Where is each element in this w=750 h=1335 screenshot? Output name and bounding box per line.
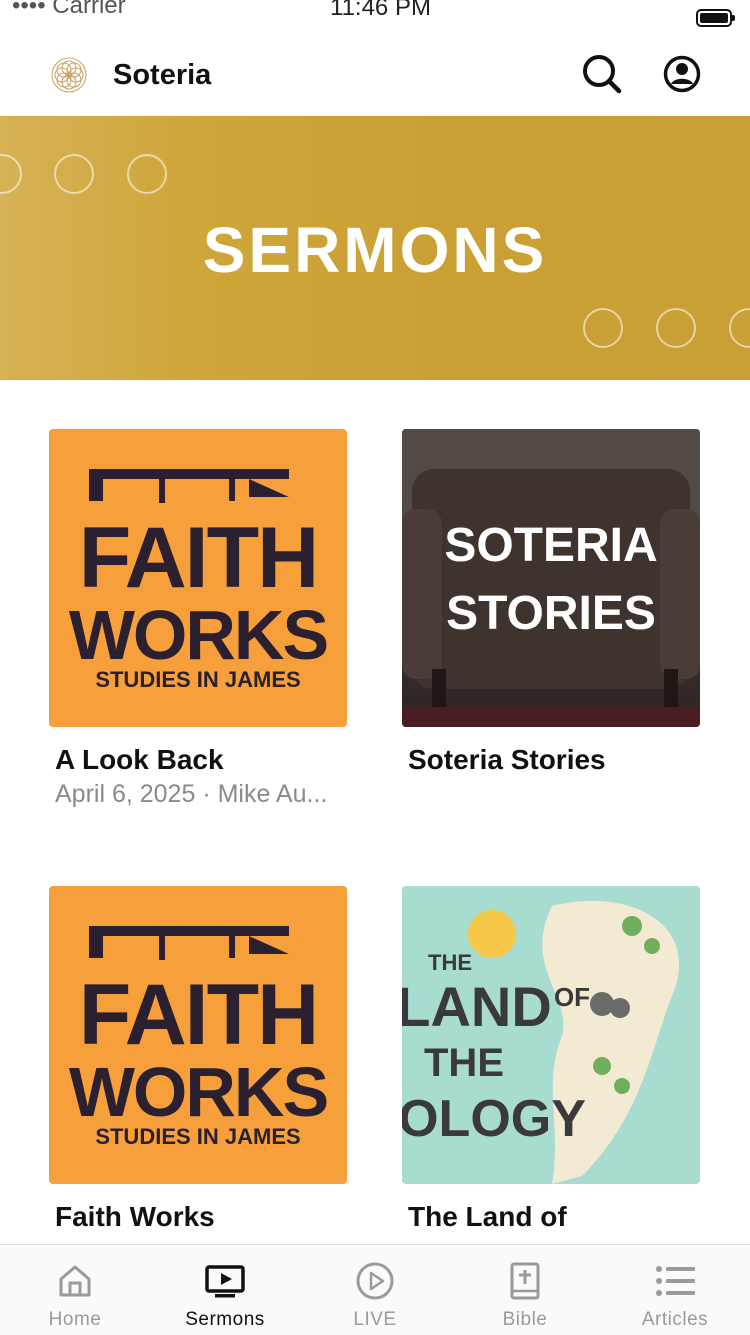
account-icon: [663, 55, 701, 93]
tab-home[interactable]: Home: [0, 1245, 150, 1335]
status-time: 11:46 PM: [330, 0, 431, 21]
soteria-stories-art: SOTERIA STORIES: [402, 429, 700, 727]
armchair-illustration: SOTERIA STORIES: [402, 429, 700, 727]
art-text-2: WORKS: [69, 596, 327, 674]
art-text-3: OF: [554, 982, 590, 1012]
decor-ring: [656, 308, 696, 348]
sermon-card[interactable]: THE LAND OF THE OLOGY The Land of: [402, 886, 702, 1232]
card-title: The Land of: [408, 1201, 567, 1232]
app-header: Soteria: [0, 34, 750, 116]
search-icon: [583, 55, 622, 94]
sermons-banner: SERMONS: [0, 116, 750, 380]
battery-icon: [696, 9, 735, 27]
art-text-2: WORKS: [69, 1053, 327, 1131]
sermon-card[interactable]: SOTERIA STORIES Soteria Stories: [402, 429, 702, 775]
sermon-card[interactable]: FAITH WORKS STUDIES IN JAMES A Look Back…: [49, 429, 349, 808]
decor-ring: [0, 154, 22, 194]
carrier-label: •••• Carrier: [12, 0, 126, 19]
card-title: Soteria Stories: [408, 744, 606, 775]
search-button[interactable]: [580, 52, 624, 96]
decor-ring: [54, 154, 94, 194]
decor-ring: [729, 308, 750, 348]
tab-label: LIVE: [353, 1309, 397, 1330]
tab-articles[interactable]: Articles: [600, 1245, 750, 1335]
card-subtitle: April 6, 2025 · Mike Au...: [55, 780, 328, 808]
tv-play-icon: [205, 1265, 245, 1298]
account-button[interactable]: [660, 52, 704, 96]
art-text-5: OLOGY: [402, 1090, 586, 1148]
app-title: Soteria: [113, 59, 212, 91]
decor-ring: [127, 154, 167, 194]
tab-live[interactable]: LIVE: [300, 1245, 450, 1335]
tab-bar: Home Sermons LIVE Bible Articles: [0, 1244, 750, 1335]
card-title: Faith Works: [55, 1201, 215, 1232]
art-text-2: STORIES: [446, 587, 656, 640]
crane-illustration: FAITH WORKS STUDIES IN JAMES: [69, 926, 329, 1149]
art-text-4: THE: [424, 1041, 504, 1085]
home-icon: [59, 1265, 91, 1297]
art-text-3: STUDIES IN JAMES: [95, 1124, 300, 1149]
faith-works-art: FAITH WORKS STUDIES IN JAMES: [49, 429, 347, 727]
status-bar: •••• Carrier 11:46 PM: [0, 0, 750, 34]
art-text-3: STUDIES IN JAMES: [95, 667, 300, 692]
tab-sermons[interactable]: Sermons: [150, 1245, 300, 1335]
list-icon: [656, 1266, 695, 1296]
tab-label: Sermons: [185, 1309, 265, 1330]
banner-title: SERMONS: [202, 214, 548, 286]
tab-bible[interactable]: Bible: [450, 1245, 600, 1335]
art-text-1: FAITH: [79, 510, 317, 606]
card-title: A Look Back: [55, 744, 224, 775]
bible-icon: [510, 1262, 540, 1300]
soteria-logo-icon: [51, 57, 87, 93]
tab-label: Home: [48, 1309, 102, 1330]
art-text-1: THE: [428, 950, 472, 975]
art-text-1: FAITH: [79, 967, 317, 1063]
art-text-2: LAND: [402, 975, 552, 1038]
land-of-theology-art: THE LAND OF THE OLOGY: [402, 886, 700, 1184]
tab-label: Articles: [641, 1309, 709, 1330]
tab-label: Bible: [502, 1309, 548, 1330]
crane-illustration: FAITH WORKS STUDIES IN JAMES: [69, 469, 329, 692]
play-circle-icon: [356, 1262, 394, 1300]
map-illustration: THE LAND OF THE OLOGY: [402, 900, 680, 1184]
art-text-1: SOTERIA: [444, 519, 657, 572]
decor-ring: [583, 308, 623, 348]
sermon-card[interactable]: FAITH WORKS STUDIES IN JAMES Faith Works: [49, 886, 349, 1232]
faith-works-art: FAITH WORKS STUDIES IN JAMES: [49, 886, 347, 1184]
